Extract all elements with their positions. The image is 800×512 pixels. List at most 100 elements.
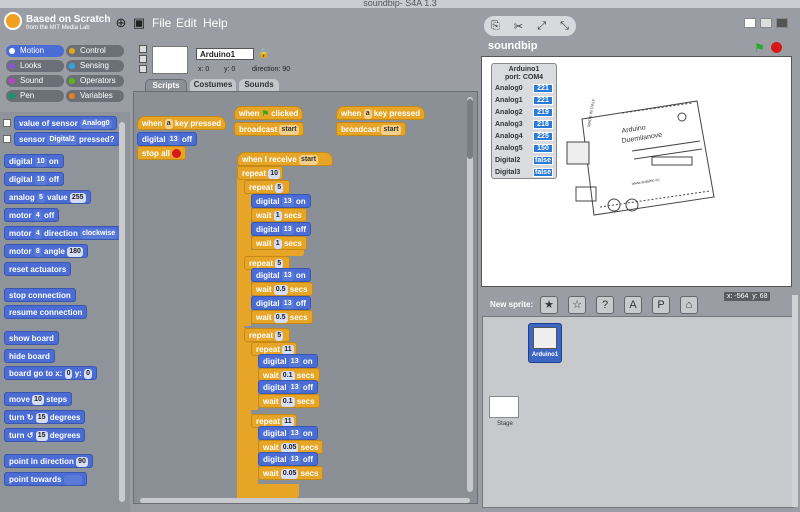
block-digital-on[interactable]: digital 13 on [258, 354, 318, 368]
pin-dropdown[interactable]: 13 [288, 382, 301, 393]
block-move-steps[interactable]: move 10 steps [4, 392, 73, 406]
sensor-dropdown[interactable]: Analog0 [79, 118, 112, 129]
key-dropdown[interactable]: a [164, 118, 173, 129]
pin-dropdown[interactable]: 13 [288, 428, 301, 439]
block-sensor-pressed[interactable]: sensor Digital2 pressed? [14, 132, 120, 146]
category-sensing[interactable]: Sensing [66, 60, 124, 72]
key-dropdown[interactable]: a [363, 108, 372, 119]
sensor-dropdown[interactable]: Digital2 [47, 134, 77, 145]
block-wait[interactable]: wait 0.5 secs [251, 310, 313, 324]
block-repeat-10[interactable]: repeat 10 [237, 166, 283, 180]
stop-icon[interactable] [771, 42, 782, 53]
repeat-input[interactable]: 5 [275, 330, 284, 341]
shrink-icon[interactable]: ⤡ [560, 20, 569, 33]
block-motor-direction[interactable]: motor 4 direction clockwise [4, 226, 123, 240]
category-variables[interactable]: Variables [66, 90, 124, 102]
block-digital-on[interactable]: digital 13 on [251, 268, 311, 282]
pin-dropdown[interactable]: 13 [288, 356, 301, 367]
tab-costumes[interactable]: Costumes [190, 79, 236, 91]
presentation-mode-button[interactable] [776, 18, 788, 28]
block-wait[interactable]: wait 0.1 secs [258, 394, 320, 408]
pin-dropdown[interactable]: 10 [34, 156, 47, 167]
block-motor-off[interactable]: motor 4 off [4, 208, 60, 222]
x-input[interactable]: 0 [64, 368, 73, 379]
menu-file[interactable]: File [152, 16, 171, 30]
block-point-towards[interactable]: point towards [4, 472, 87, 486]
wait-input[interactable]: 0.05 [280, 468, 299, 479]
block-board-go-to[interactable]: board go to x: 0 y: 0 [4, 366, 97, 380]
palette-scrollbar[interactable] [119, 122, 125, 502]
sprite-tile-arduino1[interactable]: Arduino1 [528, 323, 562, 363]
tab-scripts[interactable]: Scripts [145, 79, 187, 91]
message-dropdown[interactable]: start [298, 154, 319, 165]
block-wait[interactable]: wait 0.5 secs [251, 282, 313, 296]
new-arduino-sprite-icon[interactable]: A [624, 296, 642, 314]
block-digital-on[interactable]: digital 13 on [251, 194, 311, 208]
hat-when-key-pressed[interactable]: when a key pressed [336, 106, 426, 120]
lock-icon[interactable]: 🔒 [258, 48, 269, 59]
wait-input[interactable]: 1 [273, 210, 282, 221]
grow-icon[interactable]: ⤢ [537, 20, 546, 33]
block-value-of-sensor[interactable]: value of sensor Analog0 [14, 116, 117, 130]
block-resume-connection[interactable]: resume connection [4, 305, 88, 319]
random-sprite-icon[interactable]: ? [596, 296, 614, 314]
hat-when-flag-clicked[interactable]: when ⚑ clicked [234, 106, 304, 120]
block-wait[interactable]: wait 1 secs [251, 236, 307, 250]
choose-sprite-icon[interactable]: ☆ [568, 296, 586, 314]
category-looks[interactable]: Looks [6, 60, 64, 72]
block-stop-all[interactable]: stop all [137, 146, 187, 160]
pin-dropdown[interactable]: 13 [167, 134, 180, 145]
category-control[interactable]: Control [66, 45, 124, 57]
repeat-input[interactable]: 10 [268, 168, 281, 179]
green-flag-icon[interactable]: ⚑ [754, 41, 765, 55]
menu-edit[interactable]: Edit [176, 16, 197, 30]
block-digital-off[interactable]: digital 13 off [251, 296, 312, 310]
pin-dropdown[interactable]: 8 [33, 246, 42, 257]
category-operators[interactable]: Operators [66, 75, 124, 87]
hat-when-i-receive[interactable]: when I receive start [237, 152, 333, 166]
sprite-name-input[interactable]: Arduino1 [196, 48, 254, 60]
category-pen[interactable]: Pen [6, 90, 64, 102]
block-digital-on[interactable]: digital 10 on [4, 154, 64, 168]
hat-when-key-pressed[interactable]: when a key pressed [137, 116, 227, 130]
pin-dropdown[interactable]: 10 [34, 174, 47, 185]
pin-dropdown[interactable]: 13 [281, 298, 294, 309]
scripts-horizontal-scrollbar[interactable] [140, 498, 470, 503]
pin-dropdown[interactable]: 13 [281, 196, 294, 207]
value-input[interactable]: 255 [69, 192, 86, 203]
stage-thumbnail[interactable] [489, 396, 519, 418]
block-hide-board[interactable]: hide board [4, 349, 55, 363]
import-arduino-sprite-icon[interactable]: P [652, 296, 670, 314]
save-icon[interactable]: ▣ [132, 16, 146, 30]
block-analog-value[interactable]: analog 5 value 255 [4, 190, 91, 204]
block-reset-actuators[interactable]: reset actuators [4, 262, 72, 276]
block-broadcast[interactable]: broadcast start [336, 122, 406, 136]
repeat-input[interactable]: 5 [275, 182, 284, 193]
wait-input[interactable]: 1 [273, 238, 282, 249]
message-dropdown[interactable]: start [381, 124, 401, 135]
y-input[interactable]: 0 [84, 368, 92, 379]
small-stage-button[interactable] [744, 18, 756, 28]
wait-input[interactable]: 0.5 [273, 312, 288, 323]
block-digital-off[interactable]: digital 13 off [258, 380, 319, 394]
block-wait[interactable]: wait 1 secs [251, 208, 307, 222]
angle-input[interactable]: 180 [67, 246, 83, 257]
monitor-checkbox[interactable] [3, 135, 11, 143]
rotate-style-icon[interactable] [139, 45, 147, 53]
block-repeat-5[interactable]: repeat 5 [244, 328, 290, 342]
direction-input[interactable]: 90 [76, 456, 88, 467]
globe-icon[interactable]: ⊕ [114, 16, 128, 30]
pin-dropdown[interactable]: 5 [37, 192, 45, 203]
scripts-area[interactable]: when a key pressed digital 13 off stop a… [133, 91, 478, 504]
degrees-input[interactable]: 15 [35, 430, 48, 441]
category-motion[interactable]: Motion [6, 45, 64, 57]
direction-dropdown[interactable]: clockwise [80, 228, 118, 239]
degrees-input[interactable]: 15 [35, 412, 48, 423]
block-digital-off[interactable]: digital 10 off [4, 172, 65, 186]
wait-input[interactable]: 0.1 [280, 396, 295, 407]
block-point-in-direction[interactable]: point in direction 90 [4, 454, 93, 468]
duplicate-icon[interactable]: ⎘ [491, 20, 500, 33]
block-digital-off[interactable]: digital 13 off [251, 222, 312, 236]
block-broadcast[interactable]: broadcast start [234, 122, 304, 136]
block-digital-off[interactable]: digital 13 off [258, 452, 319, 466]
